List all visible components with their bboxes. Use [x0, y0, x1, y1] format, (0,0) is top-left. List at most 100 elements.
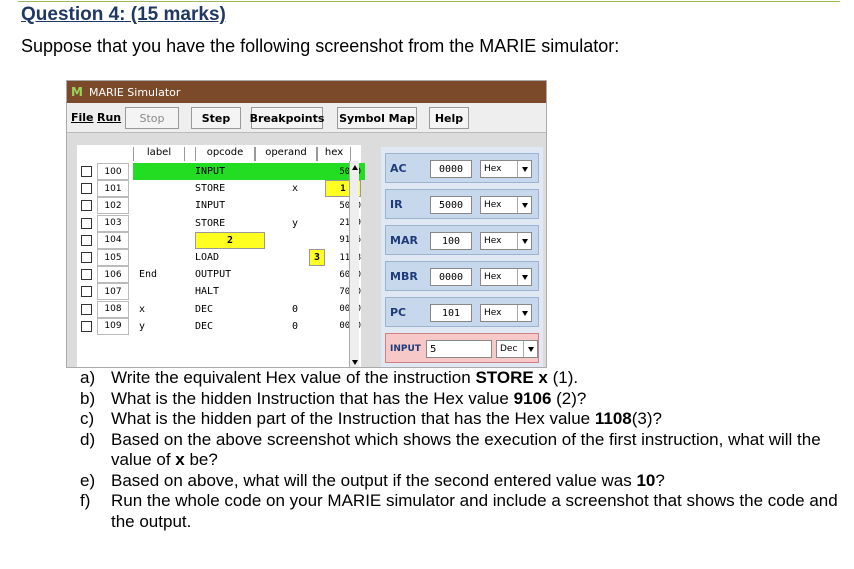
row-address: 105 [97, 249, 129, 266]
breakpoint-checkbox[interactable] [81, 320, 92, 332]
row-label [139, 249, 189, 266]
table-row[interactable]: 100INPUT5000 [77, 163, 365, 180]
register-mbr: MBR 0000 Hex [385, 261, 539, 291]
register-pc-mode-select[interactable]: Hex [480, 304, 532, 322]
row-opcode: HALT [195, 286, 220, 298]
question-letter: d) [80, 429, 96, 449]
column-label: label [133, 147, 185, 161]
question-text: Write the equivalent Hex value of the in… [111, 368, 579, 387]
breakpoint-checkbox[interactable] [81, 286, 92, 298]
help-button[interactable]: Help [429, 107, 469, 129]
chevron-down-icon [517, 305, 531, 321]
register-ac-name: AC [390, 162, 407, 175]
breakpoint-checkbox[interactable] [81, 252, 92, 263]
breakpoint-checkbox[interactable] [81, 183, 92, 195]
row-operand: x [291, 183, 299, 195]
register-pc: PC 101 Hex [385, 297, 539, 327]
row-opcode: OUTPUT [195, 269, 232, 281]
symbol-map-button[interactable]: Symbol Map [337, 107, 417, 129]
row-address: 106 [97, 266, 129, 284]
row-opcode: STORE [195, 217, 226, 229]
breakpoint-checkbox[interactable] [81, 200, 92, 212]
chevron-down-icon [517, 269, 531, 285]
row-label [139, 163, 189, 180]
window-titlebar: M MARIE Simulator [67, 81, 546, 103]
row-operand: y [291, 217, 299, 229]
table-row[interactable]: 107HALT7000 [77, 283, 361, 301]
menu-run[interactable]: Run [97, 111, 121, 124]
breakpoints-button[interactable]: Breakpoints [250, 107, 324, 129]
row-operand: 0 [291, 320, 299, 332]
breakpoint-checkbox[interactable] [81, 234, 92, 246]
question-list: a) Write the equivalent Hex value of the… [80, 368, 840, 532]
input-field[interactable]: 5 [426, 340, 492, 358]
register-mbr-name: MBR [390, 270, 418, 283]
question-letter: e) [80, 470, 96, 490]
register-mar-mode: Hex [484, 236, 502, 246]
row-operand [265, 232, 325, 249]
scroll-down-icon[interactable] [352, 360, 358, 365]
table-row[interactable]: 102INPUT5000 [77, 197, 361, 215]
register-ir-mode: Hex [484, 200, 502, 210]
register-input-mode-select[interactable]: Dec [496, 340, 538, 358]
question-text: What is the hidden Instruction that has … [111, 388, 587, 408]
register-input: INPUT 5 Dec [385, 333, 539, 363]
row-label: End [139, 269, 158, 281]
register-ac: AC 0000 Hex [385, 153, 539, 183]
row-address: 103 [97, 214, 129, 232]
row-operand [265, 266, 325, 283]
table-row[interactable]: 10429106 [77, 231, 361, 249]
row-label [139, 283, 189, 300]
table-row[interactable]: 105LOAD31108 [77, 249, 361, 266]
chevron-down-icon [517, 233, 531, 249]
register-ir: IR 5000 Hex [385, 189, 539, 219]
marie-logo-icon: M [71, 85, 83, 99]
row-operand [265, 163, 325, 180]
breakpoint-checkbox[interactable] [81, 303, 92, 315]
stop-button[interactable]: Stop [125, 107, 179, 129]
breakpoint-checkbox[interactable] [81, 166, 92, 177]
table-row[interactable]: 106EndOUTPUT6000 [77, 266, 361, 284]
table-row[interactable]: 101 STORE x 1 [77, 180, 361, 198]
row-opcode: STORE [195, 183, 226, 195]
question-letter: f) [80, 491, 91, 510]
register-mar: MAR 100 Hex [385, 225, 539, 255]
chevron-down-icon [523, 341, 537, 357]
row-label [139, 215, 189, 232]
table-row[interactable]: 109yDEC00000 [77, 317, 361, 335]
menu-file[interactable]: File [71, 111, 94, 124]
register-pc-name: PC [390, 306, 407, 319]
question-text: Run the whole code on your MARIE simulat… [111, 491, 838, 531]
scroll-up-icon[interactable] [352, 165, 358, 170]
row-address: 108 [97, 300, 129, 318]
question-text: What is the hidden part of the Instructi… [111, 409, 662, 428]
register-mar-value: 100 [430, 232, 472, 250]
register-mar-mode-select[interactable]: Hex [480, 232, 532, 250]
breakpoint-checkbox[interactable] [81, 217, 92, 229]
row-label [139, 232, 189, 249]
marie-simulator-window: M MARIE Simulator File Run Stop Step Bre… [66, 80, 547, 368]
register-mar-name: MAR [390, 234, 418, 247]
row-opcode: DEC [195, 320, 214, 332]
menu-bar: File Run Stop Step Breakpoints Symbol Ma… [67, 103, 546, 133]
register-ac-mode-select[interactable]: Hex [480, 160, 532, 178]
grid-scrollbar[interactable] [349, 161, 359, 367]
row-opcode: DEC [195, 303, 214, 315]
register-mbr-mode-select[interactable]: Hex [480, 268, 532, 286]
question-item: c) What is the hidden part of the Instru… [80, 409, 840, 430]
step-button[interactable]: Step [191, 107, 241, 129]
register-mbr-mode: Hex [484, 272, 502, 282]
table-row[interactable]: 108xDEC00000 [77, 300, 361, 318]
column-opcode: opcode [195, 147, 255, 161]
breakpoint-checkbox[interactable] [81, 269, 92, 281]
column-operand: operand [255, 147, 317, 161]
table-row[interactable]: 103STOREy2109 [77, 214, 361, 232]
window-title: MARIE Simulator [88, 85, 181, 99]
question-letter: c) [80, 409, 95, 428]
row-address: 104 [97, 231, 129, 249]
question-item: f) Run the whole code on your MARIE simu… [80, 491, 840, 532]
register-ir-mode-select[interactable]: Hex [480, 196, 532, 214]
question-letter: a) [80, 368, 96, 387]
registers-panel: AC 0000 Hex IR 5000 Hex MAR 100 Hex MBR … [381, 147, 543, 367]
row-operand: 3 [313, 252, 321, 263]
